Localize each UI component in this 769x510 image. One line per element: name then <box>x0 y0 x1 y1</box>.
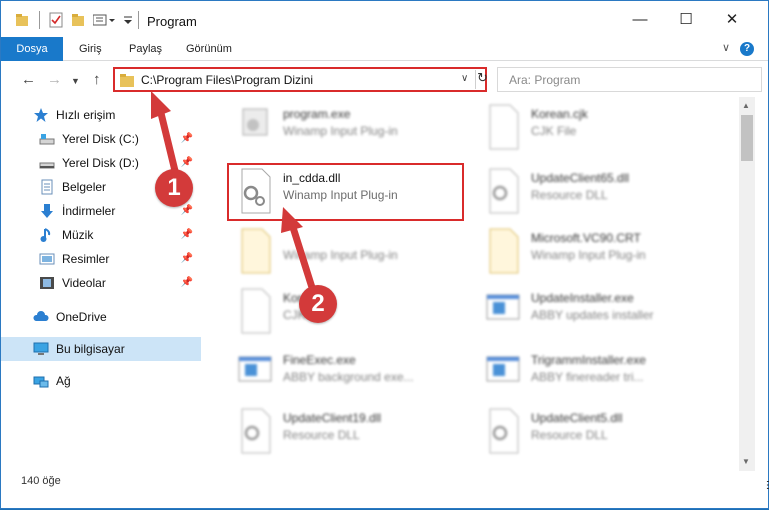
file-explorer-window: Program — ☐ ✕ Dosya Giriş Paylaş Görünüm… <box>0 0 769 509</box>
step-2-callout: 2 <box>299 285 337 323</box>
annotation-arrows <box>151 91 319 301</box>
step-1-callout: 1 <box>155 169 193 207</box>
